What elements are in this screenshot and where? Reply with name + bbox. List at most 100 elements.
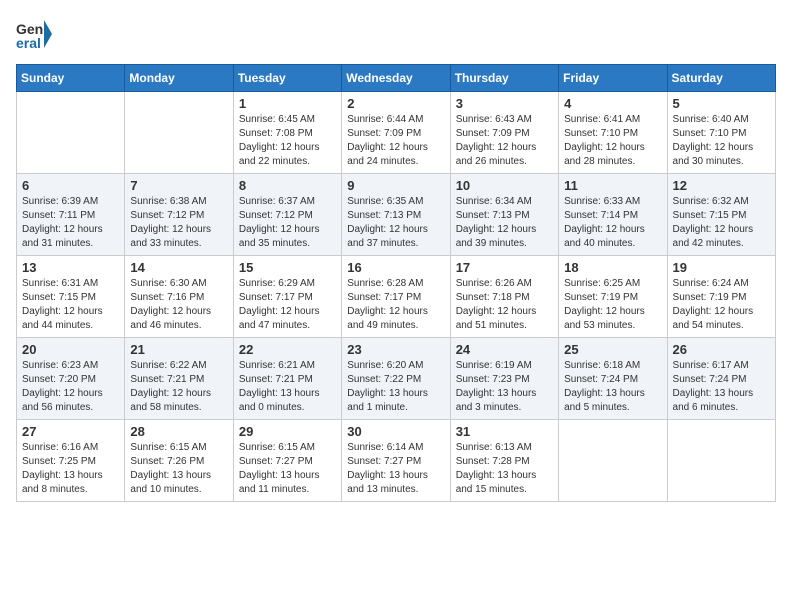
day-info: Sunrise: 6:14 AMSunset: 7:27 PMDaylight:… — [347, 441, 444, 497]
day-number: 20 — [22, 342, 119, 357]
calendar-cell: 29 Sunrise: 6:15 AMSunset: 7:27 PMDayligh… — [233, 420, 341, 502]
calendar-cell: 11Sunrise: 6:33 AMSunset: 7:14 PMDayligh… — [559, 174, 667, 256]
day-number: 2 — [347, 96, 444, 111]
day-number: 28 — [130, 424, 227, 439]
day-info: Sunrise: 6:41 AMSunset: 7:10 PMDaylight:… — [564, 113, 661, 169]
calendar-cell: 28Sunrise: 6:15 AMSunset: 7:26 PMDayligh… — [125, 420, 233, 502]
day-info: Sunrise: 6:24 AMSunset: 7:19 PMDaylight:… — [673, 277, 770, 333]
calendar-cell: 12Sunrise: 6:32 AMSunset: 7:15 PMDayligh… — [667, 174, 775, 256]
calendar-cell: 17 Sunrise: 6:26 AMSunset: 7:18 PMDayligh… — [450, 256, 558, 338]
header-row: SundayMondayTuesdayWednesdayThursdayFrid… — [17, 65, 776, 92]
calendar-cell: 16 Sunrise: 6:28 AMSunset: 7:17 PMDayligh… — [342, 256, 450, 338]
day-number: 13 — [22, 260, 119, 275]
calendar-cell: 1 Sunrise: 6:45 AMSunset: 7:08 PMDaylight… — [233, 92, 341, 174]
calendar-cell: 4Sunrise: 6:41 AMSunset: 7:10 PMDaylight… — [559, 92, 667, 174]
header-cell-thursday: Thursday — [450, 65, 558, 92]
day-number: 29 — [239, 424, 336, 439]
day-info: Sunrise: 6:30 AMSunset: 7:16 PMDaylight:… — [130, 277, 227, 333]
logo-icon: Gen eral — [16, 16, 52, 52]
calendar-cell — [667, 420, 775, 502]
calendar-cell: 20 Sunrise: 6:23 AMSunset: 7:20 PMDayligh… — [17, 338, 125, 420]
calendar-cell — [559, 420, 667, 502]
day-number: 1 — [239, 96, 336, 111]
svg-text:eral: eral — [16, 35, 41, 51]
day-number: 22 — [239, 342, 336, 357]
day-number: 21 — [130, 342, 227, 357]
week-row-1: 1 Sunrise: 6:45 AMSunset: 7:08 PMDaylight… — [17, 92, 776, 174]
logo: Gen eral — [16, 16, 56, 52]
calendar-cell: 8 Sunrise: 6:37 AMSunset: 7:12 PMDaylight… — [233, 174, 341, 256]
day-info: Sunrise: 6:40 AMSunset: 7:10 PMDaylight:… — [673, 113, 770, 169]
calendar-cell: 15 Sunrise: 6:29 AMSunset: 7:17 PMDayligh… — [233, 256, 341, 338]
day-info: Sunrise: 6:32 AMSunset: 7:15 PMDaylight:… — [673, 195, 770, 251]
day-info: Sunrise: 6:23 AMSunset: 7:20 PMDaylight:… — [22, 359, 119, 415]
calendar-cell: 26 Sunrise: 6:17 AMSunset: 7:24 PMDayligh… — [667, 338, 775, 420]
day-info: Sunrise: 6:37 AMSunset: 7:12 PMDaylight:… — [239, 195, 336, 251]
day-number: 26 — [673, 342, 770, 357]
day-number: 24 — [456, 342, 553, 357]
day-info: Sunrise: 6:43 AMSunset: 7:09 PMDaylight:… — [456, 113, 553, 169]
day-number: 19 — [673, 260, 770, 275]
calendar-cell: 6 Sunrise: 6:39 AMSunset: 7:11 PMDaylight… — [17, 174, 125, 256]
day-number: 15 — [239, 260, 336, 275]
day-number: 11 — [564, 178, 661, 193]
day-number: 17 — [456, 260, 553, 275]
calendar-cell: 22Sunrise: 6:21 AMSunset: 7:21 PMDayligh… — [233, 338, 341, 420]
calendar-cell: 18 Sunrise: 6:25 AMSunset: 7:19 PMDayligh… — [559, 256, 667, 338]
calendar-cell: 10 Sunrise: 6:34 AMSunset: 7:13 PMDayligh… — [450, 174, 558, 256]
calendar-cell: 3Sunrise: 6:43 AMSunset: 7:09 PMDaylight… — [450, 92, 558, 174]
day-info: Sunrise: 6:18 AMSunset: 7:24 PMDaylight:… — [564, 359, 661, 415]
day-number: 16 — [347, 260, 444, 275]
week-row-5: 27 Sunrise: 6:16 AMSunset: 7:25 PMDayligh… — [17, 420, 776, 502]
day-info: Sunrise: 6:13 AMSunset: 7:28 PMDaylight:… — [456, 441, 553, 497]
day-number: 23 — [347, 342, 444, 357]
calendar-cell: 19 Sunrise: 6:24 AMSunset: 7:19 PMDayligh… — [667, 256, 775, 338]
calendar-cell: 2 Sunrise: 6:44 AMSunset: 7:09 PMDaylight… — [342, 92, 450, 174]
day-number: 18 — [564, 260, 661, 275]
day-info: Sunrise: 6:31 AMSunset: 7:15 PMDaylight:… — [22, 277, 119, 333]
day-number: 25 — [564, 342, 661, 357]
day-info: Sunrise: 6:20 AMSunset: 7:22 PMDaylight:… — [347, 359, 444, 415]
header-cell-wednesday: Wednesday — [342, 65, 450, 92]
day-info: Sunrise: 6:35 AMSunset: 7:13 PMDaylight:… — [347, 195, 444, 251]
day-info: Sunrise: 6:26 AMSunset: 7:18 PMDaylight:… — [456, 277, 553, 333]
day-info: Sunrise: 6:15 AMSunset: 7:27 PMDaylight:… — [239, 441, 336, 497]
day-info: Sunrise: 6:44 AMSunset: 7:09 PMDaylight:… — [347, 113, 444, 169]
calendar-cell: 30Sunrise: 6:14 AMSunset: 7:27 PMDayligh… — [342, 420, 450, 502]
day-info: Sunrise: 6:25 AMSunset: 7:19 PMDaylight:… — [564, 277, 661, 333]
calendar-table: SundayMondayTuesdayWednesdayThursdayFrid… — [16, 64, 776, 502]
header-cell-tuesday: Tuesday — [233, 65, 341, 92]
day-info: Sunrise: 6:34 AMSunset: 7:13 PMDaylight:… — [456, 195, 553, 251]
day-info: Sunrise: 6:19 AMSunset: 7:23 PMDaylight:… — [456, 359, 553, 415]
day-number: 31 — [456, 424, 553, 439]
day-number: 7 — [130, 178, 227, 193]
header-cell-sunday: Sunday — [17, 65, 125, 92]
day-number: 6 — [22, 178, 119, 193]
header-cell-saturday: Saturday — [667, 65, 775, 92]
day-info: Sunrise: 6:45 AMSunset: 7:08 PMDaylight:… — [239, 113, 336, 169]
day-info: Sunrise: 6:39 AMSunset: 7:11 PMDaylight:… — [22, 195, 119, 251]
day-number: 8 — [239, 178, 336, 193]
day-info: Sunrise: 6:28 AMSunset: 7:17 PMDaylight:… — [347, 277, 444, 333]
calendar-cell: 25 Sunrise: 6:18 AMSunset: 7:24 PMDayligh… — [559, 338, 667, 420]
day-number: 10 — [456, 178, 553, 193]
week-row-3: 13 Sunrise: 6:31 AMSunset: 7:15 PMDayligh… — [17, 256, 776, 338]
day-info: Sunrise: 6:29 AMSunset: 7:17 PMDaylight:… — [239, 277, 336, 333]
calendar-cell — [17, 92, 125, 174]
calendar-cell: 7Sunrise: 6:38 AMSunset: 7:12 PMDaylight… — [125, 174, 233, 256]
week-row-2: 6 Sunrise: 6:39 AMSunset: 7:11 PMDaylight… — [17, 174, 776, 256]
header-cell-friday: Friday — [559, 65, 667, 92]
week-row-4: 20 Sunrise: 6:23 AMSunset: 7:20 PMDayligh… — [17, 338, 776, 420]
day-info: Sunrise: 6:17 AMSunset: 7:24 PMDaylight:… — [673, 359, 770, 415]
day-number: 14 — [130, 260, 227, 275]
page-header: Gen eral — [16, 16, 776, 52]
calendar-cell: 24 Sunrise: 6:19 AMSunset: 7:23 PMDayligh… — [450, 338, 558, 420]
calendar-cell: 13 Sunrise: 6:31 AMSunset: 7:15 PMDayligh… — [17, 256, 125, 338]
header-cell-monday: Monday — [125, 65, 233, 92]
day-number: 27 — [22, 424, 119, 439]
day-info: Sunrise: 6:16 AMSunset: 7:25 PMDaylight:… — [22, 441, 119, 497]
day-info: Sunrise: 6:22 AMSunset: 7:21 PMDaylight:… — [130, 359, 227, 415]
day-number: 9 — [347, 178, 444, 193]
calendar-cell: 31 Sunrise: 6:13 AMSunset: 7:28 PMDayligh… — [450, 420, 558, 502]
calendar-cell: 23 Sunrise: 6:20 AMSunset: 7:22 PMDayligh… — [342, 338, 450, 420]
